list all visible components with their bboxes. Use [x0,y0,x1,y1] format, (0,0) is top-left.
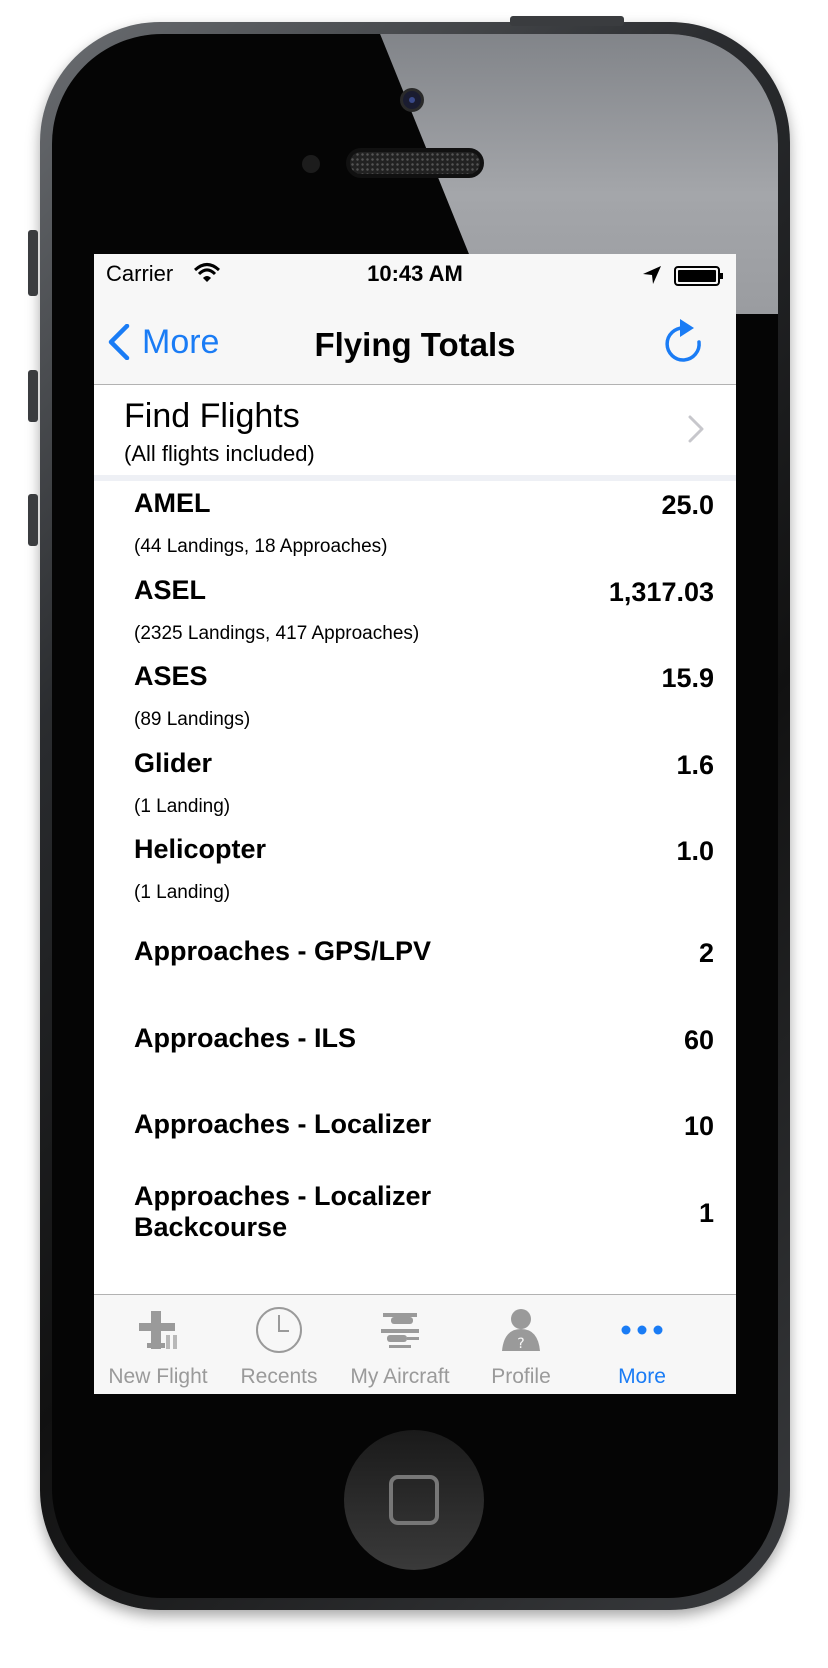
total-detail: (44 Landings, 18 Approaches) [134,536,388,557]
list-item[interactable]: AMEL 25.0 (44 Landings, 18 Approaches) [94,480,736,567]
tab-more[interactable]: More [578,1295,706,1394]
list-item[interactable]: Approaches - Localizer 10 [94,1086,736,1172]
total-label: ASES [134,661,208,691]
list-item[interactable]: Approaches - Localizer Backcourse 1 [94,1172,736,1262]
more-dots-icon [621,1325,663,1335]
total-value: 1.6 [676,750,714,780]
list-item[interactable]: Glider 1.6 (1 Landing) [94,740,736,826]
tab-my-aircraft[interactable]: My Aircraft [336,1295,464,1394]
aircraft-icon [381,1313,419,1348]
navigation-bar: More Flying Totals [94,298,736,385]
mute-switch [28,230,38,296]
total-value: 60 [683,1025,714,1055]
total-detail: (1 Landing) [134,796,231,817]
tab-label: My Aircraft [350,1365,450,1388]
total-label: Glider [134,748,213,778]
new-flight-icon [139,1311,177,1349]
total-label: Helicopter [134,834,267,864]
screen: Carrier 10:43 AM More Flying Totals Find… [94,254,736,1394]
profile-icon: ? [502,1309,540,1352]
list-item[interactable]: ASES 15.9 (89 Landings) [94,653,736,740]
total-label: Approaches - Localizer Backcourse [134,1181,432,1242]
total-detail: (89 Landings) [134,709,251,730]
find-flights-title: Find Flights [124,397,300,435]
list-item[interactable]: Approaches - ILS 60 [94,1000,736,1086]
status-time: 10:43 AM [367,261,463,286]
total-detail: (1 Landing) [134,882,231,903]
tab-bar: New Flight Recents My Aircraft ? Profile… [94,1294,736,1394]
list-item[interactable]: ASEL 1,317.03 (2325 Landings, 417 Approa… [94,567,736,653]
tab-label: More [618,1365,666,1388]
tab-label: New Flight [108,1365,208,1388]
battery-icon [674,266,723,286]
find-flights-row[interactable]: Find Flights (All flights included) [94,385,736,481]
total-label: Approaches - Localizer [134,1109,432,1139]
total-label: Approaches - GPS/LPV [134,936,432,966]
find-flights-subtitle: (All flights included) [124,441,315,466]
total-label: AMEL [134,488,211,518]
total-value: 1.0 [676,836,714,866]
total-value: 15.9 [661,663,714,693]
front-camera [400,88,424,112]
tab-profile[interactable]: ? Profile [457,1295,585,1394]
chevron-right-icon [688,415,704,443]
total-value: 10 [683,1111,714,1141]
refresh-icon[interactable] [662,318,706,366]
total-detail: (2325 Landings, 417 Approaches) [134,623,420,644]
volume-down-button [28,494,38,546]
list-item[interactable]: Helicopter 1.0 (1 Landing) [94,826,736,913]
earpiece-speaker [346,148,484,178]
tab-label: Recents [240,1365,318,1388]
tab-label: Profile [491,1365,551,1388]
location-arrow-icon [643,266,661,284]
page-title: Flying Totals [314,326,516,363]
tab-recents[interactable]: Recents [215,1295,343,1394]
proximity-sensor [302,155,320,173]
total-label: ASEL [134,575,207,605]
tab-new-flight[interactable]: New Flight [94,1295,222,1394]
total-value: 2 [698,938,714,968]
total-value: 1 [698,1198,714,1228]
volume-up-button [28,370,38,422]
total-label: Approaches - ILS [134,1023,357,1053]
power-button [510,16,624,26]
total-value: 1,317.03 [608,577,714,607]
svg-text:?: ? [517,1336,524,1352]
home-button[interactable] [344,1430,484,1570]
status-bar: Carrier 10:43 AM [94,254,736,298]
totals-list: AMEL 25.0 (44 Landings, 18 Approaches) A… [94,480,736,1262]
list-item[interactable]: Approaches - GPS/LPV 2 [94,913,736,1000]
total-value: 25.0 [661,490,714,520]
clock-icon [256,1307,302,1353]
